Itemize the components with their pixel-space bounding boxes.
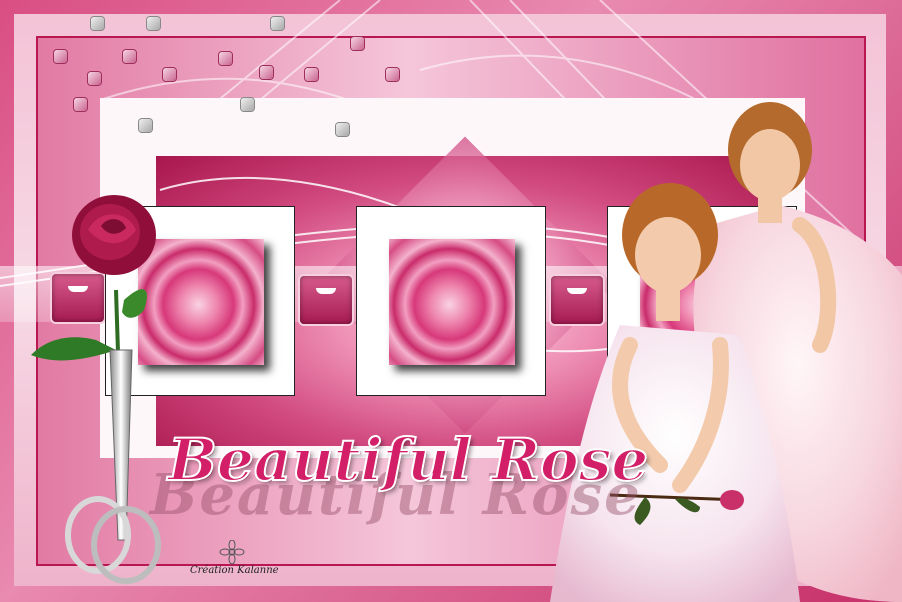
square-decoration: [139, 119, 152, 132]
artist-credit: Création Kalanne: [190, 565, 279, 576]
rose-tile: [356, 206, 546, 396]
square-decoration: [123, 50, 136, 63]
artwork-canvas: Beautiful Rose Beautiful Rose Création K…: [0, 0, 902, 602]
pink-square-ornament: [300, 276, 352, 324]
square-decoration: [305, 68, 318, 81]
rose-photo: [389, 239, 515, 365]
square-decoration: [260, 66, 273, 79]
square-decoration: [88, 72, 101, 85]
square-decoration: [386, 68, 399, 81]
square-decoration: [74, 98, 87, 111]
square-decoration: [271, 17, 284, 30]
flower-icon: [219, 540, 245, 565]
square-decoration: [163, 68, 176, 81]
square-decoration: [336, 123, 349, 136]
square-decoration: [147, 17, 160, 30]
square-decoration: [219, 52, 232, 65]
rose-vase: [31, 195, 161, 584]
square-decoration: [351, 37, 364, 50]
square-decoration: [91, 17, 104, 30]
title-text: Beautiful Rose: [167, 425, 649, 495]
square-decoration: [54, 50, 67, 63]
square-decoration: [241, 98, 254, 111]
